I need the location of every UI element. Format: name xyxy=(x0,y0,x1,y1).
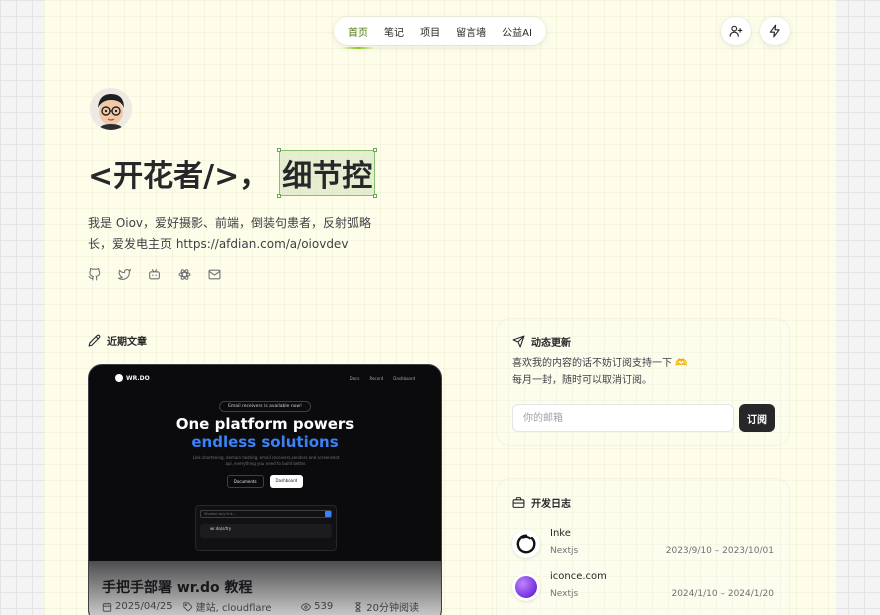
newsletter-text-2: 每月一封，随时可以取消订阅。 xyxy=(512,375,652,386)
cover-input: Shorten any link... xyxy=(200,510,332,518)
devlog-item-date: 2024/1/10 – 2024/1/20 xyxy=(671,589,774,599)
nav-item-guestbook[interactable]: 留言墙 xyxy=(456,24,486,39)
email-field[interactable] xyxy=(512,404,734,432)
cover-subtext: Link shortening, domain hosting, email r… xyxy=(192,455,340,466)
article-date: 2025/04/25 xyxy=(102,601,173,612)
devlog-item-name: Inke xyxy=(550,528,571,539)
cover-link-docs: Docs xyxy=(349,375,360,381)
article-read-time-text: 20分钟阅读 xyxy=(366,603,419,614)
newsletter-title: 动态更新 xyxy=(531,338,571,349)
cover-link-record: Record xyxy=(369,375,384,381)
devlog-item-name: iconce.com xyxy=(550,571,607,582)
cover-heading-2: endless solutions xyxy=(191,433,339,451)
iconce-logo xyxy=(512,573,540,601)
twitter-icon[interactable] xyxy=(118,268,134,284)
hero-headline: <开花者/>， 细节控 xyxy=(88,148,378,198)
article-date-text: 2025/04/25 xyxy=(115,601,173,612)
newsletter-text-1: 喜欢我的内容的话不妨订阅支持一下 🫶 xyxy=(512,358,688,369)
recent-posts-heading: 近期文章 xyxy=(88,333,147,348)
cover-dashboard-button: Dashboard xyxy=(269,475,304,488)
hourglass-icon xyxy=(355,601,361,612)
headline-highlight: 细节控 xyxy=(277,148,378,198)
bilibili-icon[interactable] xyxy=(148,268,164,284)
calendar-icon xyxy=(102,602,112,612)
recent-posts-title: 近期文章 xyxy=(107,337,147,348)
subscribe-button[interactable]: 订阅 xyxy=(739,404,775,432)
article-views: 539 xyxy=(301,599,333,614)
pencil-icon xyxy=(88,334,101,347)
cover-link-dashboard: Dashboard xyxy=(393,375,415,381)
article-title[interactable]: 手把手部署 wr.do 教程 xyxy=(102,577,253,597)
tag-icon xyxy=(183,601,192,611)
newsletter-heading: 动态更新 xyxy=(512,334,571,349)
nav-item-notes[interactable]: 笔记 xyxy=(384,24,404,39)
user-plus-button[interactable] xyxy=(721,17,751,45)
cover-row: wr.do/s/try xyxy=(200,524,332,538)
top-nav: 首页 笔记 项目 留言墙 公益AI xyxy=(334,17,546,49)
theme-toggle-button[interactable] xyxy=(760,17,790,45)
cover-docs-button: Documents xyxy=(226,475,264,488)
user-plus-icon xyxy=(729,25,743,37)
avatar xyxy=(90,88,132,130)
devlog-item-tech: Nextjs xyxy=(550,589,579,599)
eye-icon xyxy=(301,602,312,611)
article-info: 手把手部署 wr.do 教程 2025/04/25 建站, cloudflare… xyxy=(89,561,441,615)
article-tags: 建站, cloudflare xyxy=(183,599,272,614)
send-icon xyxy=(512,335,525,348)
article-views-text: 539 xyxy=(314,601,334,612)
nav-item-home[interactable]: 首页 xyxy=(342,24,375,49)
newsletter-description: 喜欢我的内容的话不妨订阅支持一下 🫶 每月一封，随时可以取消订阅。 xyxy=(512,355,688,389)
atom-icon[interactable] xyxy=(178,268,194,284)
devlog-heading: 开发日志 xyxy=(512,495,571,510)
devlog-item[interactable]: Inke Nextjs 2023/9/10 – 2023/10/01 xyxy=(512,524,774,564)
cover-pill: Email receivers is available now! xyxy=(219,401,311,412)
article-tags-text: 建站, cloudflare xyxy=(195,603,272,614)
lightning-icon xyxy=(769,24,780,38)
headline-highlight-text: 细节控 xyxy=(282,159,373,194)
github-icon[interactable] xyxy=(88,268,104,284)
nav-item-ai[interactable]: 公益AI xyxy=(502,24,532,39)
devlog-title: 开发日志 xyxy=(531,499,571,510)
hero-bio: 我是 Oiov，爱好摄影、前端，倒装句患者，反射弧略长，爱发电主页 https:… xyxy=(88,216,372,251)
devlog-item[interactable]: iconce.com Nextjs 2024/1/10 – 2024/1/20 xyxy=(512,567,774,607)
devlog-item-tech: Nextjs xyxy=(550,546,579,556)
nav-item-projects[interactable]: 项目 xyxy=(420,24,440,39)
mail-icon[interactable] xyxy=(208,268,224,284)
article-card[interactable]: WR.DO Docs Record Dashboard Email receiv… xyxy=(88,364,442,615)
article-read-time: 20分钟阅读 xyxy=(353,599,419,614)
social-links xyxy=(88,268,224,284)
cover-heading-1: One platform powers xyxy=(175,415,355,433)
devlog-item-date: 2023/9/10 – 2023/10/01 xyxy=(665,546,774,556)
cover-logo: WR.DO xyxy=(126,374,150,382)
page: 首页 笔记 项目 留言墙 公益AI <开花者/>， 细节控 我是 Oiov，爱好… xyxy=(44,0,836,615)
inke-logo xyxy=(512,530,540,558)
briefcase-icon xyxy=(512,497,525,508)
headline-prefix: <开花者/>， xyxy=(88,159,270,194)
